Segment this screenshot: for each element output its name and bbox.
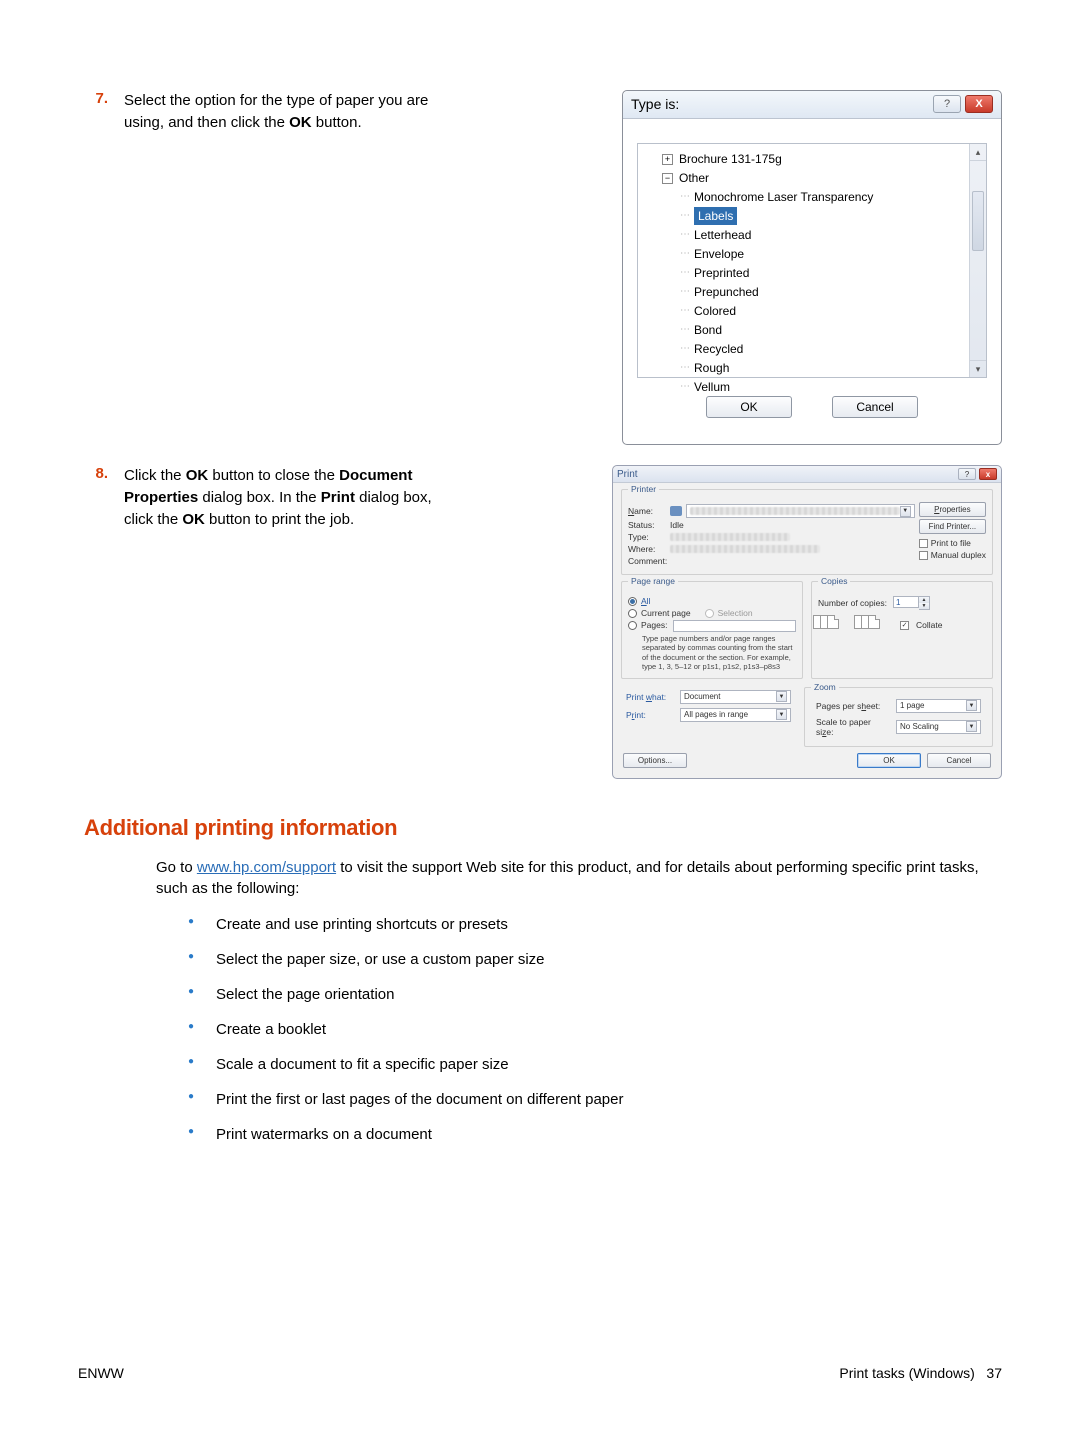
chevron-down-icon[interactable]: ▼	[966, 700, 977, 711]
printer-name-combo[interactable]: ▼	[686, 504, 915, 518]
chevron-down-icon[interactable]: ▼	[776, 691, 787, 702]
group-label: Page range	[628, 576, 678, 586]
list-item: Create a booklet	[188, 1019, 1002, 1040]
label: Comment:	[628, 556, 670, 566]
ok-button[interactable]: OK	[706, 396, 792, 418]
tree-item[interactable]: Prepunched	[694, 283, 759, 301]
find-printer-button[interactable]: Find Printer...	[919, 519, 986, 534]
step8-text: Click the OK button to close the Documen…	[124, 465, 464, 779]
chevron-down-icon[interactable]: ▼	[900, 506, 911, 517]
collate-checkbox[interactable]: ✓	[900, 621, 909, 630]
list-item: Print the first or last pages of the doc…	[188, 1089, 1002, 1110]
dialog-title: Print	[617, 469, 638, 480]
ok-button[interactable]: OK	[857, 753, 921, 768]
expand-icon[interactable]: +	[662, 154, 673, 165]
chevron-down-icon[interactable]: ▼	[776, 709, 787, 720]
task-list: Create and use printing shortcuts or pre…	[188, 914, 1002, 1145]
list-item: Select the page orientation	[188, 984, 1002, 1005]
chevron-down-icon[interactable]: ▼	[966, 721, 977, 732]
tree-item[interactable]: Bond	[694, 321, 722, 339]
group-label: Zoom	[811, 682, 839, 692]
status-value: Idle	[670, 520, 684, 530]
copies-group: Copies Number of copies: ▲▼	[811, 581, 993, 679]
section-intro: Go to www.hp.com/support to visit the su…	[156, 857, 1002, 901]
label: Type:	[628, 532, 670, 542]
collate-preview-icon	[818, 615, 839, 629]
tree-item[interactable]: Preprinted	[694, 264, 749, 282]
printer-group: Printer Name: ▼ Status:Idle Type: Where:	[621, 489, 993, 575]
pages-hint: Type page numbers and/or page ranges sep…	[628, 632, 796, 672]
print-range-combo[interactable]: All pages in range▼	[680, 708, 791, 722]
label: Where:	[628, 544, 670, 554]
step7-text: Select the option for the type of paper …	[124, 90, 464, 445]
label: Pages:	[641, 620, 667, 630]
label: Print to file	[931, 538, 971, 548]
label: Status:	[628, 520, 670, 530]
paper-type-dialog: Type is: ? X +Brochure 131-175g −Other ⋯…	[622, 90, 1002, 445]
selection-radio	[705, 609, 714, 618]
group-label: Copies	[818, 576, 850, 586]
step-down-icon[interactable]: ▼	[919, 603, 929, 609]
support-link[interactable]: www.hp.com/support	[197, 859, 336, 876]
label: Manual duplex	[931, 550, 986, 560]
label: Selection	[718, 608, 753, 618]
label: Collate	[916, 620, 942, 630]
tree-item[interactable]: Recycled	[694, 340, 743, 358]
help-icon[interactable]: ?	[958, 468, 976, 480]
list-item: Select the paper size, or use a custom p…	[188, 949, 1002, 970]
tree-item[interactable]: Envelope	[694, 245, 744, 263]
tree-item[interactable]: Letterhead	[694, 226, 751, 244]
collapse-icon[interactable]: −	[662, 173, 673, 184]
scroll-thumb[interactable]	[972, 191, 984, 251]
group-label: Printer	[628, 484, 659, 494]
label: Current page	[641, 608, 691, 618]
label: Number of copies:	[818, 598, 887, 608]
footer-left: ENWW	[78, 1365, 124, 1381]
options-button[interactable]: Options...	[623, 753, 687, 768]
tree-item[interactable]: Colored	[694, 302, 736, 320]
scroll-up-icon[interactable]: ▴	[970, 144, 986, 161]
all-radio[interactable]	[628, 597, 637, 606]
cancel-button[interactable]: Cancel	[927, 753, 991, 768]
copies-stepper[interactable]: ▲▼	[893, 596, 930, 610]
close-icon[interactable]: x	[979, 468, 997, 480]
close-icon[interactable]: X	[965, 95, 993, 113]
scale-to-paper-combo[interactable]: No Scaling▼	[896, 720, 981, 734]
pages-radio[interactable]	[628, 621, 637, 630]
section-heading: Additional printing information	[84, 815, 1002, 841]
page-range-group: Page range All Current page Selection Pa…	[621, 581, 803, 679]
list-item: Scale a document to fit a specific paper…	[188, 1054, 1002, 1075]
list-item: Print watermarks on a document	[188, 1124, 1002, 1145]
tree-item[interactable]: Rough	[694, 359, 729, 377]
collate-preview-icon	[859, 615, 880, 629]
cancel-button[interactable]: Cancel	[832, 396, 918, 418]
step7-number: 7.	[78, 90, 124, 445]
list-item: Create and use printing shortcuts or pre…	[188, 914, 1002, 935]
help-icon[interactable]: ?	[933, 95, 961, 113]
paper-type-tree[interactable]: +Brochure 131-175g −Other ⋯Monochrome La…	[637, 143, 987, 378]
printer-icon	[670, 506, 682, 516]
scrollbar[interactable]: ▴ ▾	[969, 144, 986, 377]
print-to-file-checkbox[interactable]	[919, 539, 928, 548]
tree-item-selected[interactable]: Labels	[694, 207, 737, 225]
print-what-combo[interactable]: Document▼	[680, 690, 791, 704]
manual-duplex-checkbox[interactable]	[919, 551, 928, 560]
tree-item[interactable]: Other	[679, 169, 709, 187]
zoom-group: Zoom Pages per sheet: 1 page▼ Scale to p…	[804, 687, 993, 747]
tree-item[interactable]: Vellum	[694, 378, 730, 396]
step8-number: 8.	[78, 465, 124, 779]
dialog-title: Type is:	[631, 96, 679, 112]
pages-input[interactable]	[673, 620, 796, 632]
tree-item[interactable]: Brochure 131-175g	[679, 150, 782, 168]
tree-item[interactable]: Monochrome Laser Transparency	[694, 188, 873, 206]
current-page-radio[interactable]	[628, 609, 637, 618]
print-dialog: Print ? x Printer Name:	[612, 465, 1002, 779]
scroll-down-icon[interactable]: ▾	[970, 360, 986, 377]
properties-button[interactable]: PPropertiesroperties	[919, 502, 986, 517]
footer-right: Print tasks (Windows) 37	[839, 1365, 1002, 1381]
pages-per-sheet-combo[interactable]: 1 page▼	[896, 699, 981, 713]
